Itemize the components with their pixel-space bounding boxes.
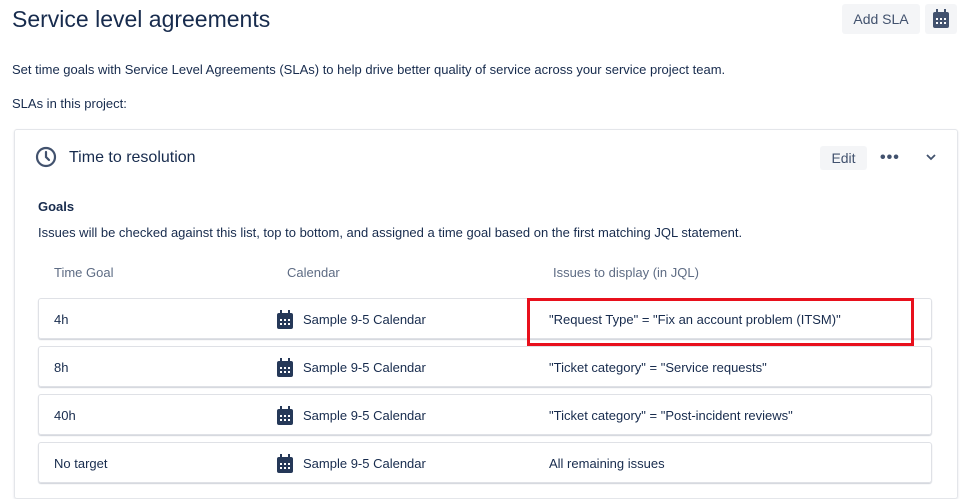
goal-row[interactable]: No target Sample 9-5 Calendar All remainin… — [38, 442, 932, 483]
column-header-calendar: Calendar — [287, 265, 340, 280]
time-goal: No target — [54, 456, 108, 471]
calendar-icon — [276, 310, 294, 333]
jql-condition: "Ticket category" = "Service requests" — [549, 360, 767, 375]
calendar-name: Sample 9-5 Calendar — [303, 360, 426, 375]
clock-icon — [35, 146, 57, 168]
calendar-icon — [276, 358, 294, 381]
column-header-time-goal: Time Goal — [54, 265, 114, 280]
time-goal: 4h — [54, 312, 69, 327]
chevron-down-icon[interactable] — [924, 150, 938, 164]
calendar-name: Sample 9-5 Calendar — [303, 456, 426, 471]
calendar-icon — [276, 454, 294, 477]
page-description: Set time goals with Service Level Agreem… — [12, 62, 726, 77]
calendar-name: Sample 9-5 Calendar — [303, 312, 426, 327]
goal-row[interactable]: 8h Sample 9-5 Calendar "Ticket category" =… — [38, 346, 932, 387]
calendar-name: Sample 9-5 Calendar — [303, 408, 426, 423]
add-sla-button[interactable]: Add SLA — [842, 4, 920, 34]
jql-condition: All remaining issues — [549, 456, 665, 471]
calendar-icon — [276, 406, 294, 429]
jql-condition: "Ticket category" = "Post-incident revie… — [549, 408, 793, 423]
time-goal: 8h — [54, 360, 69, 375]
goals-description: Issues will be checked against this list… — [38, 225, 743, 240]
slas-label: SLAs in this project: — [12, 96, 127, 111]
calendar-button[interactable] — [925, 4, 957, 34]
time-goal: 40h — [54, 408, 76, 423]
page-title: Service level agreements — [12, 6, 271, 32]
column-header-jql: Issues to display (in JQL) — [553, 265, 699, 280]
goal-row[interactable]: 40h Sample 9-5 Calendar "Ticket category" … — [38, 394, 932, 435]
edit-button[interactable]: Edit — [820, 146, 867, 170]
calendar-icon — [933, 9, 949, 28]
more-actions-icon[interactable]: ••• — [880, 149, 900, 167]
highlight-box — [527, 298, 914, 346]
goals-title: Goals — [38, 199, 75, 214]
sla-name: Time to resolution — [69, 149, 196, 166]
